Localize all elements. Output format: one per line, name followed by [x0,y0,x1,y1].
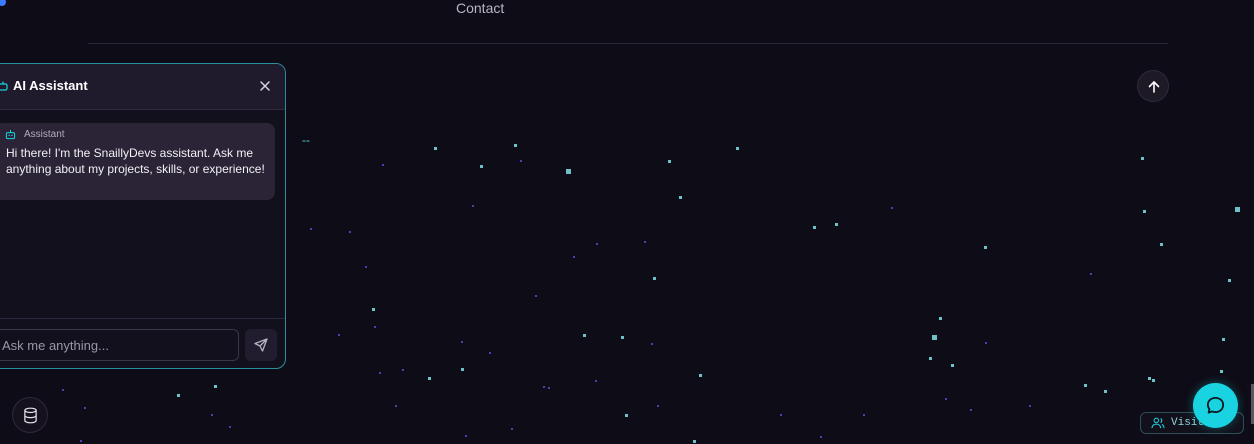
star [214,385,217,388]
star [813,226,816,229]
star [434,147,437,150]
star [1084,384,1087,387]
chat-input[interactable] [0,329,239,361]
star [62,389,64,391]
arrow-up-icon [1148,81,1160,93]
star [653,277,656,280]
star [693,440,696,443]
nav-link-contact[interactable]: Contact [456,0,504,16]
star [984,246,987,249]
decorative-dash: -- [302,133,310,147]
star [465,435,467,437]
star [625,414,628,417]
star [511,428,513,430]
star [1220,370,1223,373]
star [891,207,893,209]
assistant-message: Assistant Hi there! I'm the SnaillyDevs … [0,123,275,200]
star [372,308,375,311]
close-icon [260,81,270,91]
star [229,426,231,428]
scroll-to-top-button[interactable] [1137,70,1169,102]
star [1029,405,1031,407]
send-icon [254,338,268,352]
star [1152,379,1155,382]
star [780,414,782,416]
message-circle-icon [1206,396,1225,414]
star [211,414,213,416]
chat-header: AI Assistant [0,64,285,110]
star [566,169,571,174]
database-icon [24,407,37,424]
star [1148,377,1151,380]
users-icon [1151,417,1165,429]
star [520,160,522,162]
star [932,335,937,340]
star [679,196,682,199]
star [668,160,671,163]
bot-icon [0,81,8,91]
star [1228,279,1231,282]
send-button[interactable] [245,329,277,361]
star [472,205,474,207]
open-chat-button[interactable] [1193,383,1238,428]
message-text: Hi there! I'm the SnaillyDevs assistant.… [6,146,265,176]
star [929,357,932,360]
star [177,394,180,397]
star [365,266,367,268]
star [382,164,384,166]
star [80,440,82,442]
star [583,334,586,337]
star [374,326,376,328]
star [820,436,822,438]
chat-panel: AI Assistant Assistant Hi there! I'm the… [0,63,286,369]
chat-footer [0,318,285,368]
star [428,377,431,380]
star [1143,210,1146,213]
message-sender: Assistant [24,129,65,140]
star [338,334,340,336]
star [595,380,597,382]
bot-icon [5,129,16,140]
star [985,342,987,344]
star [461,368,464,371]
chat-title: AI Assistant [13,78,88,93]
star [951,364,954,367]
star [970,409,972,411]
star [535,295,537,297]
star [349,231,351,233]
star [1104,390,1107,393]
page: Contact d. -- AI Assistant [0,0,1254,444]
star [939,317,942,320]
star [379,372,381,374]
star [699,374,702,377]
star [651,343,653,345]
star [548,387,550,389]
star [489,352,491,354]
database-button[interactable] [12,397,48,433]
star [573,256,575,258]
star [1222,338,1225,341]
star [657,405,659,407]
star [1141,157,1144,160]
star [736,147,739,150]
star [395,405,397,407]
star [1160,243,1163,246]
star [596,243,598,245]
star [835,223,838,226]
star [644,241,646,243]
star [84,407,86,409]
star [402,369,404,371]
star [621,336,624,339]
close-button[interactable] [257,78,273,94]
star [480,165,483,168]
star [310,228,312,230]
star [1235,207,1240,212]
star [461,341,463,343]
star [945,398,947,400]
nav-divider [88,43,1168,44]
star [863,414,865,416]
star [1090,273,1092,275]
star [543,386,545,388]
star [514,144,517,147]
